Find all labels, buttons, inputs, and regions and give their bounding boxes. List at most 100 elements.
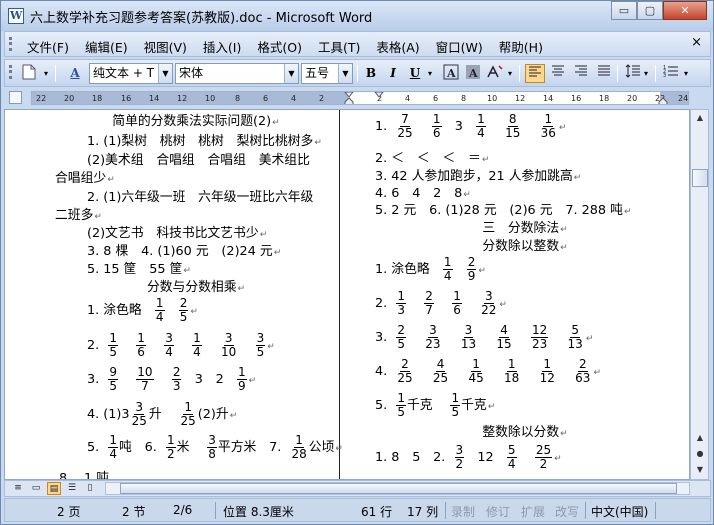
- menu-tools[interactable]: 工具(T): [310, 35, 368, 58]
- menu-file[interactable]: 文件(F): [19, 35, 77, 58]
- fraction: 1 12: [539, 357, 555, 385]
- svg-text:3: 3: [663, 73, 666, 78]
- next-page-icon[interactable]: ▼: [692, 462, 708, 478]
- fraction: 1 28: [291, 433, 307, 461]
- style-combo[interactable]: 纯文本 + T ▼: [89, 63, 173, 84]
- align-right-button[interactable]: [571, 64, 591, 83]
- menu-table[interactable]: 表格(A): [368, 35, 427, 58]
- chevron-down-icon[interactable]: ▼: [284, 64, 298, 83]
- tab-selector-icon[interactable]: [9, 91, 22, 104]
- web-view-icon[interactable]: ▭: [29, 482, 43, 495]
- ruler-tick: 6: [263, 94, 269, 103]
- character-border-icon[interactable]: A: [441, 64, 461, 83]
- character-shading-icon[interactable]: A: [463, 64, 483, 83]
- first-line-indent-marker-icon[interactable]: [374, 92, 384, 105]
- chevron-down-icon[interactable]: ▼: [338, 64, 352, 83]
- ruler-tick: 2: [319, 94, 325, 103]
- fraction: 12 23: [530, 323, 549, 351]
- fraction: 32: [454, 443, 465, 471]
- maximize-button[interactable]: ▢: [637, 1, 663, 20]
- fraction: 19: [237, 365, 247, 393]
- menu-window[interactable]: 窗口(W): [428, 35, 491, 58]
- scroll-up-icon[interactable]: ▲: [692, 110, 708, 126]
- document-close-icon[interactable]: ×: [691, 35, 702, 50]
- line-spacing-chevron-down-icon[interactable]: ▾: [641, 64, 651, 83]
- underline-button[interactable]: U: [405, 64, 425, 83]
- menu-view[interactable]: 视图(V): [136, 35, 195, 58]
- previous-page-icon[interactable]: ▲: [692, 430, 708, 446]
- fraction: 14: [192, 331, 202, 359]
- style-combo-value: 纯文本 + T: [93, 66, 155, 80]
- line-spacing-icon[interactable]: [623, 64, 643, 83]
- outline-view-icon[interactable]: ☰: [65, 482, 79, 495]
- right-indent-marker-icon[interactable]: [658, 94, 668, 105]
- document-page[interactable]: 简单的分数乘法实际问题(2)↵ 1. (1)梨树 桃树 桃树 梨树比桃树多↵ (…: [4, 109, 690, 480]
- justify-button[interactable]: [594, 64, 614, 83]
- select-browse-object-icon[interactable]: ●: [692, 446, 708, 462]
- normal-view-icon[interactable]: ≡: [11, 482, 25, 495]
- chevron-down-icon[interactable]: ▼: [158, 64, 172, 83]
- section-heading: 简单的分数乘法实际问题(2)↵: [112, 114, 280, 129]
- fraction: 4 15: [496, 323, 512, 351]
- toolbar-separator: [357, 65, 358, 82]
- menu-grip-handle[interactable]: [9, 37, 12, 51]
- close-button[interactable]: ✕: [663, 1, 707, 20]
- reading-view-icon[interactable]: ▯: [83, 482, 97, 495]
- toolbar-grip-handle[interactable]: [9, 65, 12, 79]
- fraction: 1 45: [468, 357, 484, 385]
- underline-chevron-down-icon[interactable]: ▾: [425, 64, 435, 83]
- horizontal-ruler[interactable]: 22 20 18 16 14 12 10 8 6 4 2 2 4 6 8 10 …: [31, 91, 689, 105]
- text-line: 5. 15 筐 55 筐↵: [87, 262, 191, 277]
- status-language[interactable]: 中文(中国): [591, 503, 648, 520]
- bold-button[interactable]: B: [361, 64, 381, 83]
- text-line: 合唱组少↵: [55, 171, 115, 186]
- horizontal-scroll-thumb[interactable]: [120, 483, 677, 494]
- fraction: 10 7: [136, 365, 154, 393]
- fraction: 14: [442, 255, 453, 283]
- vertical-scrollbar[interactable]: ▲ ▲ ● ▼: [690, 109, 709, 480]
- ruler-area: 22 20 18 16 14 12 10 8 6 4 2 2 4 6 8 10 …: [4, 89, 711, 107]
- ruler-tick: 4: [405, 94, 411, 103]
- new-dropdown-chevron-icon[interactable]: ▾: [41, 64, 51, 83]
- fraction-row: 4. 2 25 4 25 1 45 1 18 1 12 2 63 ↵: [375, 357, 601, 385]
- align-center-button[interactable]: [548, 64, 568, 83]
- font-combo[interactable]: 宋体 ▼: [175, 63, 299, 84]
- font-size-combo[interactable]: 五号 ▼: [301, 63, 353, 84]
- font-effects-icon[interactable]: [485, 64, 505, 83]
- menu-format[interactable]: 格式(O): [249, 35, 310, 58]
- minimize-button[interactable]: ▭: [611, 1, 637, 20]
- scroll-thumb[interactable]: [692, 169, 708, 187]
- ruler-margin-left: [32, 92, 348, 104]
- fraction: 3 13: [460, 323, 477, 351]
- status-overtype[interactable]: 改写: [555, 503, 579, 520]
- text-line: 5. 2 元 6. (1)28 元 (2)6 元 7. 288 吨↵: [375, 203, 632, 218]
- print-view-icon[interactable]: ▤: [47, 482, 61, 495]
- toolbar-overflow-chevron-icon[interactable]: ▾: [681, 64, 691, 83]
- styles-pane-icon[interactable]: A: [65, 64, 85, 83]
- horizontal-scrollbar[interactable]: [105, 482, 690, 495]
- menu-edit[interactable]: 编辑(E): [77, 35, 136, 58]
- menu-insert[interactable]: 插入(I): [195, 35, 249, 58]
- fraction-row: 5. 1 5 千克 1 5 千克↵: [375, 391, 496, 419]
- italic-button[interactable]: I: [383, 64, 403, 83]
- fraction: 4 25: [432, 357, 449, 385]
- status-extend[interactable]: 扩展: [521, 503, 545, 520]
- fraction: 3 25: [131, 400, 147, 428]
- status-record[interactable]: 录制: [451, 503, 475, 520]
- fraction: 23: [171, 365, 182, 393]
- status-section: 2 节: [122, 505, 146, 519]
- status-column: 17 列: [407, 505, 439, 519]
- fraction: 3 22: [481, 289, 497, 317]
- status-track-changes[interactable]: 修订: [486, 503, 510, 520]
- text-line-partial: 8. 1 吨: [59, 471, 110, 480]
- align-left-button[interactable]: [525, 64, 545, 83]
- numbering-icon[interactable]: 123: [661, 64, 681, 83]
- status-separator: [445, 502, 446, 519]
- left-indent-marker-icon[interactable]: [344, 92, 354, 105]
- word-app-icon[interactable]: [8, 8, 24, 24]
- ruler-tick: 12: [177, 94, 188, 103]
- menu-help[interactable]: 帮助(H): [491, 35, 551, 58]
- effects-chevron-down-icon[interactable]: ▾: [505, 64, 515, 83]
- new-document-icon[interactable]: [19, 64, 39, 83]
- status-page: 2 页: [57, 505, 81, 519]
